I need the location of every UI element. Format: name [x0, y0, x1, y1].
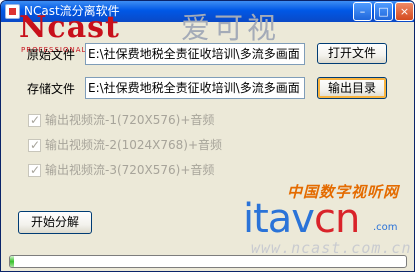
- progress-bar: [9, 255, 407, 268]
- close-button[interactable]: ×: [395, 2, 414, 21]
- app-window: NCast流分离软件 – □ × Ncast PROFESSIONAL 爱可视 …: [0, 0, 415, 272]
- output-stream-1-label: 输出视频流-1(720X576)+音频: [45, 113, 215, 127]
- itavcn-logo-left: itav: [243, 196, 315, 242]
- brand-chinese-logo: 爱可视: [181, 11, 281, 45]
- start-split-button[interactable]: 开始分解: [18, 211, 92, 234]
- ncast-logo: Ncast: [19, 10, 120, 45]
- minimize-button[interactable]: –: [353, 2, 372, 21]
- output-stream-1-checkbox[interactable]: 输出视频流-1(720X576)+音频: [28, 112, 258, 128]
- output-directory-button[interactable]: 输出目录: [317, 77, 387, 99]
- itavcn-logo: itavcn: [243, 196, 360, 242]
- checkbox-mark-icon: [28, 112, 41, 128]
- output-stream-3-checkbox[interactable]: 输出视频流-3(720X576)+音频: [28, 162, 258, 178]
- source-file-label: 原始文件: [27, 48, 76, 62]
- output-file-label: 存储文件: [27, 82, 76, 96]
- app-icon: [5, 4, 20, 19]
- output-stream-3-label: 输出视频流-3(720X576)+音频: [45, 163, 215, 177]
- checkbox-mark-icon: [28, 162, 41, 178]
- open-file-button[interactable]: 打开文件: [317, 43, 387, 64]
- output-stream-2-checkbox[interactable]: 输出视频流-2(1024X768)+音频: [28, 137, 258, 153]
- output-stream-2-label: 输出视频流-2(1024X768)+音频: [45, 138, 223, 152]
- progress-fill: [10, 256, 14, 267]
- itavcn-logo-right: cn: [313, 196, 360, 242]
- output-file-field[interactable]: E:\社保费地税全责征收培训\多流多画面: [85, 77, 305, 99]
- checkbox-mark-icon: [28, 137, 41, 153]
- source-file-field[interactable]: E:\社保费地税全责征收培训\多流多画面: [85, 43, 305, 65]
- itavcn-logo-suffix: .com: [373, 222, 398, 233]
- maximize-button[interactable]: □: [374, 2, 393, 21]
